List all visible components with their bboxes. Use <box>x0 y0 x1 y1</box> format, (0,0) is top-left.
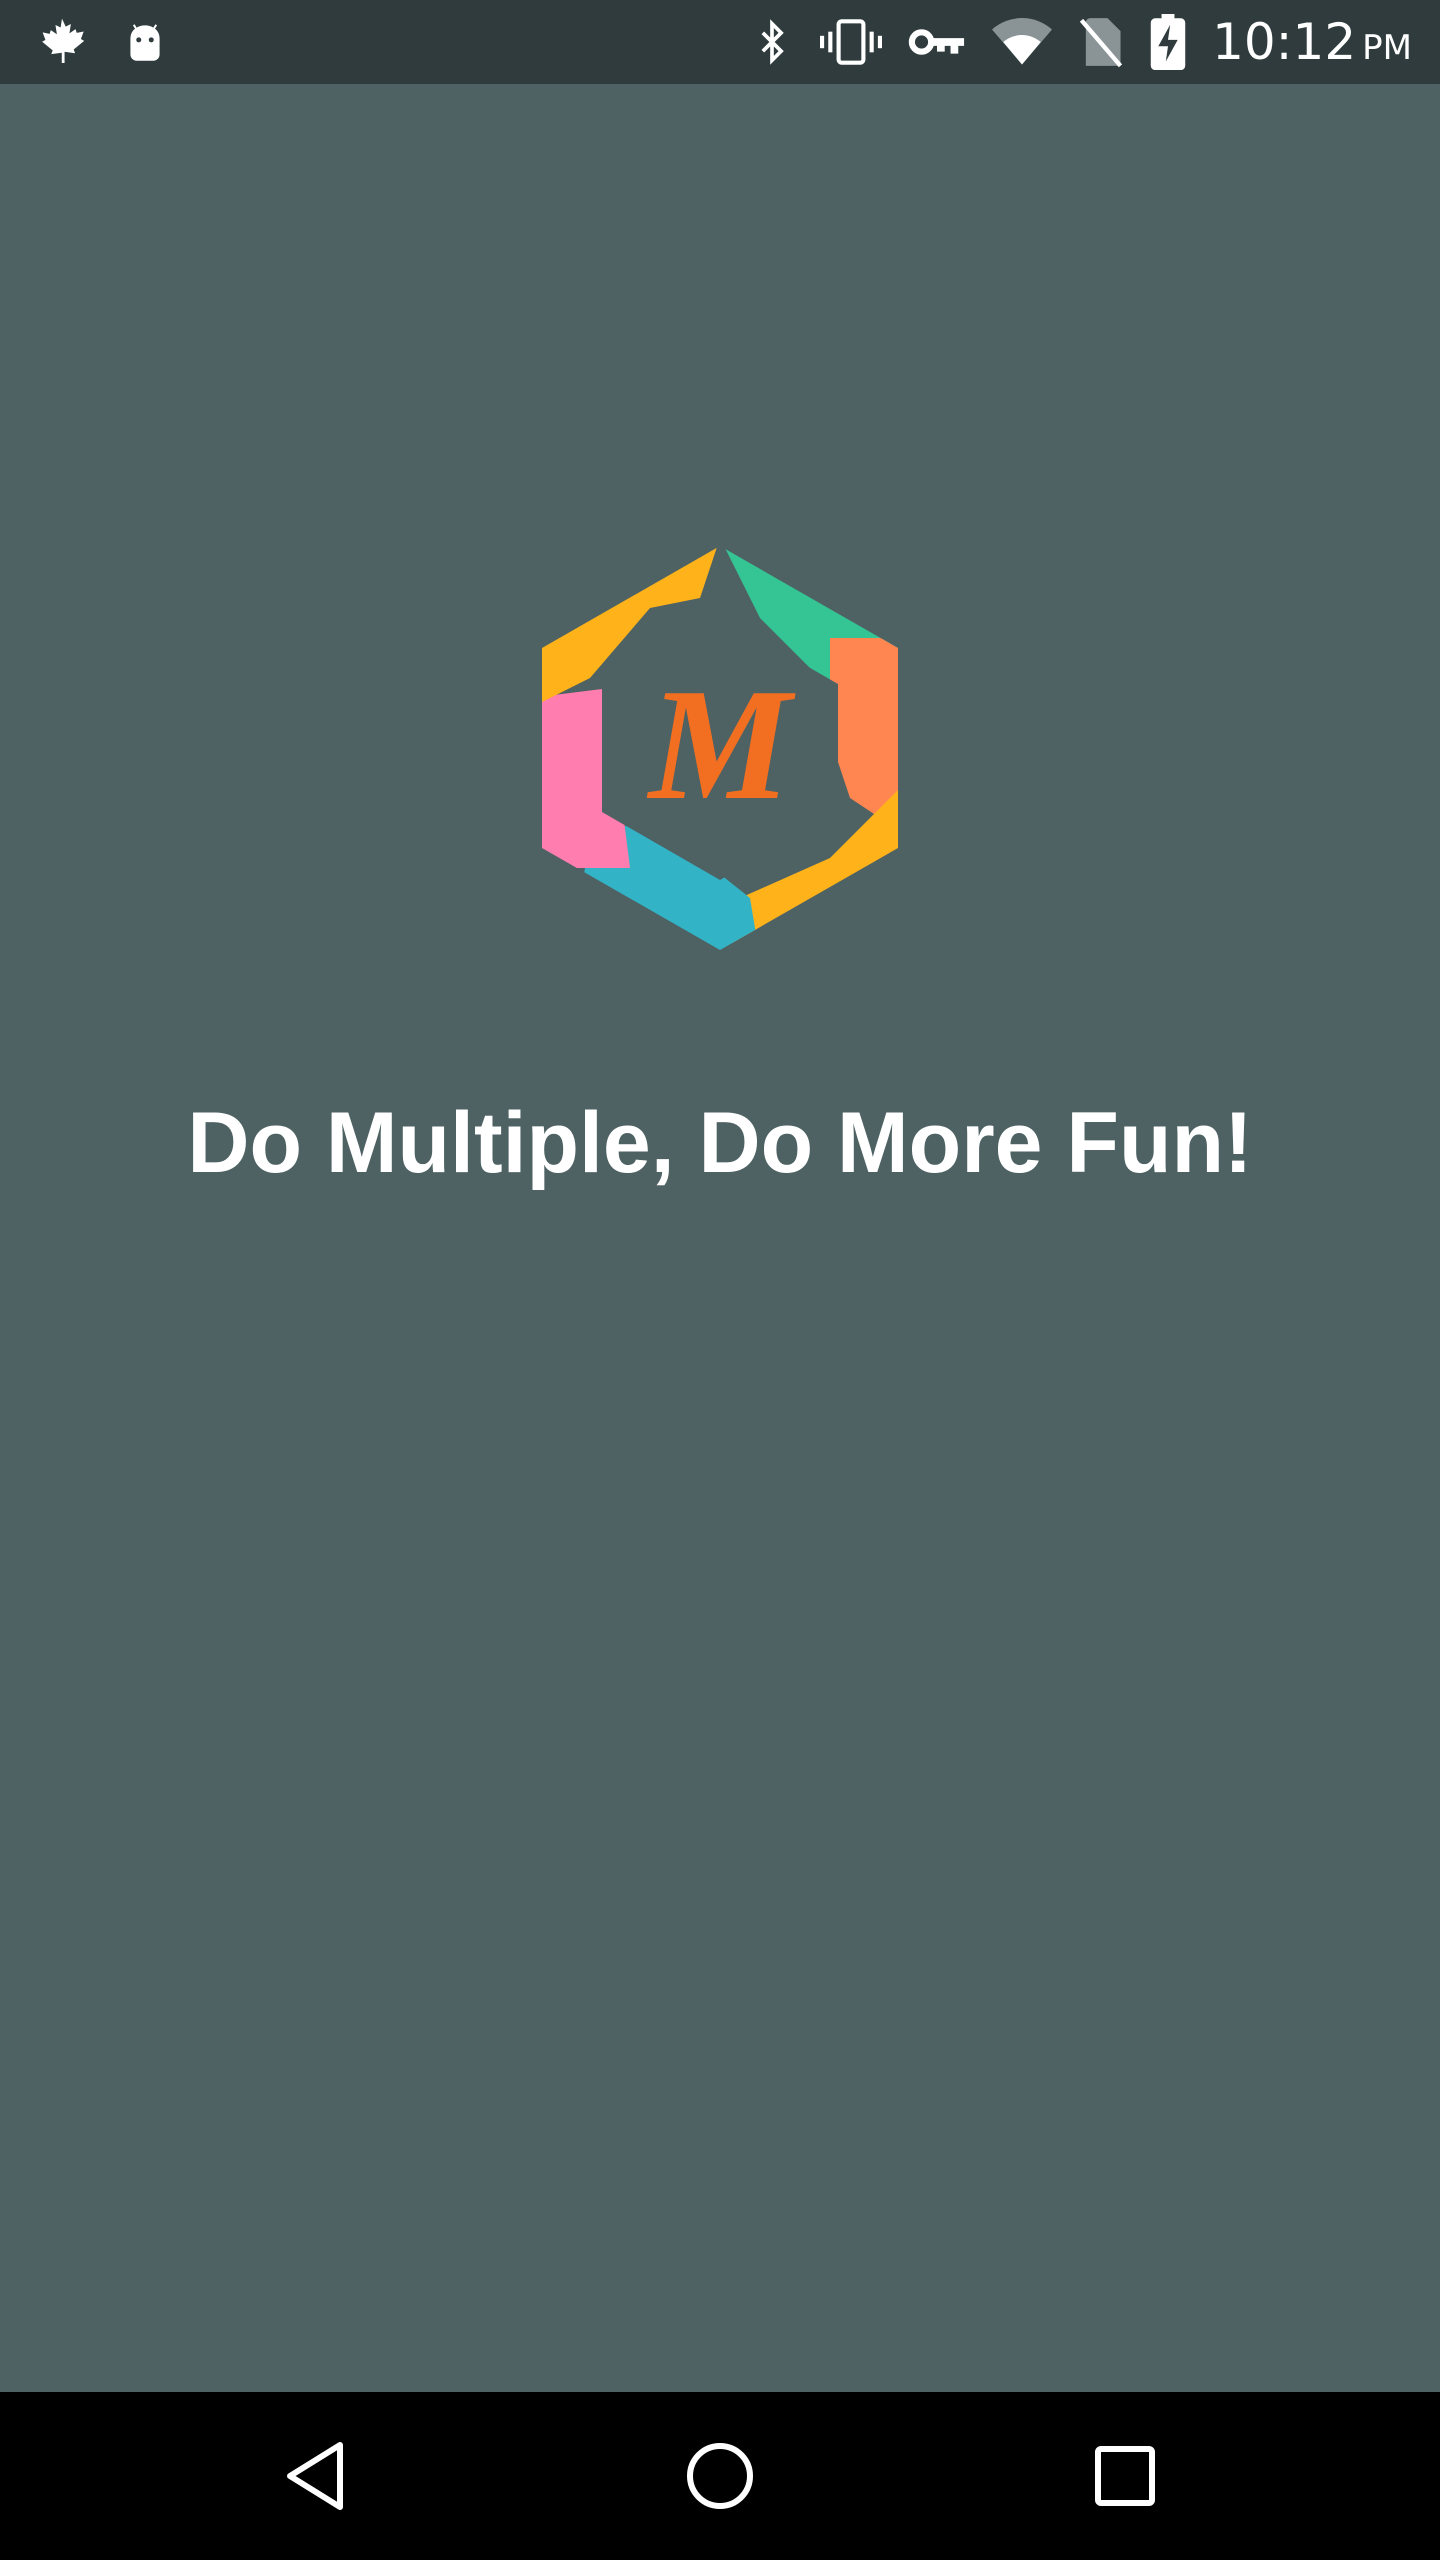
android-robot-icon <box>120 17 170 67</box>
bluetooth-icon <box>750 16 794 68</box>
back-icon <box>287 2442 343 2510</box>
recents-icon <box>1095 2446 1155 2506</box>
recents-button[interactable] <box>1075 2426 1175 2526</box>
splash-screen: 10:12 PM M Do Multiple, Do More Fun! <box>0 0 1440 2560</box>
home-button[interactable] <box>670 2426 770 2526</box>
status-bar-clock: 10:12 PM <box>1212 13 1412 71</box>
no-sim-icon <box>1078 16 1124 68</box>
navigation-bar <box>0 2392 1440 2560</box>
splash-content: M Do Multiple, Do More Fun! <box>0 84 1440 2392</box>
status-bar-notifications <box>34 14 170 70</box>
app-logo: M <box>530 538 910 958</box>
status-bar: 10:12 PM <box>0 0 1440 84</box>
wifi-icon <box>992 17 1053 67</box>
battery-charging-icon <box>1150 14 1186 70</box>
logo-letter: M <box>646 655 796 833</box>
maple-leaf-icon <box>34 14 90 70</box>
vpn-key-icon <box>908 22 966 62</box>
home-icon <box>687 2443 753 2509</box>
tagline: Do Multiple, Do More Fun! <box>187 1095 1253 1191</box>
clock-ampm: PM <box>1362 28 1412 68</box>
clock-time: 10:12 <box>1212 13 1357 71</box>
status-bar-system: 10:12 PM <box>750 0 1412 84</box>
back-button[interactable] <box>265 2426 365 2526</box>
vibrate-icon <box>820 16 883 68</box>
